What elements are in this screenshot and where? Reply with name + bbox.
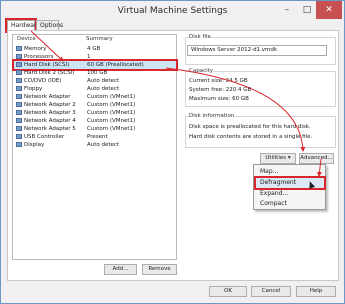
- device-row[interactable]: Network Adapter 4 Custom (VMnet1): [14, 117, 176, 125]
- disk-info-line-2: Hard disk contents are stored in a singl…: [189, 134, 313, 140]
- hardware-panel: Device Summary Memory 4 GB Processors 1 Hard…: [7, 30, 339, 281]
- maximum-size-text: Maximum size: 60 GB: [189, 96, 249, 102]
- menu-item-expand[interactable]: Expand...: [256, 189, 324, 199]
- device-row[interactable]: Hard Disk (SCSI) 60 GB (Preallocated): [12, 59, 178, 71]
- memory-icon: [16, 46, 22, 51]
- disk-info-line-1: Disk space is preallocated for this hard…: [189, 124, 311, 130]
- device-name: Hard Disk (SCSI): [24, 62, 70, 68]
- device-row[interactable]: CD/DVD (IDE) Auto detect: [14, 77, 176, 85]
- network-adapter-icon: [16, 118, 22, 123]
- utilities-button[interactable]: Utilities ▾: [260, 153, 296, 164]
- device-name: Network Adapter 2: [24, 102, 76, 108]
- utilities-menu: Map... Defragment Expand... Compact: [253, 164, 326, 210]
- device-summary: Present: [87, 134, 108, 140]
- cd-dvd-icon: [16, 78, 22, 83]
- disk-information-group: [185, 116, 336, 148]
- device-name: Processors: [24, 54, 54, 60]
- dropdown-arrow-icon: ▾: [287, 155, 291, 161]
- device-summary: Custom (VMnet1): [87, 118, 136, 124]
- device-summary: 1: [87, 54, 91, 60]
- device-summary: Custom (VMnet1): [87, 110, 136, 116]
- device-summary: Custom (VMnet1): [87, 102, 136, 108]
- display-icon: [16, 142, 22, 147]
- device-list-header: Device Summary: [13, 35, 176, 44]
- device-name: Display: [24, 142, 45, 148]
- device-name: Network Adapter 5: [24, 126, 76, 132]
- maximize-button[interactable]: □: [296, 1, 318, 19]
- device-summary: Custom (VMnet1): [87, 94, 136, 100]
- title-bar: Virtual Machine Settings – □ ✕: [1, 1, 344, 21]
- cancel-button[interactable]: Cancel: [251, 286, 291, 297]
- column-summary[interactable]: Summary: [86, 36, 113, 42]
- processor-icon: [16, 54, 22, 59]
- device-list[interactable]: Device Summary Memory 4 GB Processors 1 Hard…: [12, 34, 178, 260]
- vm-settings-window: Virtual Machine Settings – □ ✕ Hardware …: [0, 0, 345, 304]
- device-row[interactable]: Network Adapter 3 Custom (VMnet1): [14, 109, 176, 117]
- device-row[interactable]: Processors 1: [14, 53, 176, 61]
- ok-button[interactable]: OK: [209, 286, 247, 297]
- column-device[interactable]: Device: [17, 36, 36, 42]
- device-name: USB Controller: [24, 134, 65, 140]
- device-name: Network Adapter: [24, 94, 71, 100]
- device-row[interactable]: USB Controller Present: [14, 133, 176, 141]
- current-size-text: Current size: 24.5 GB: [189, 78, 248, 84]
- device-summary: 60 GB (Preallocated): [87, 62, 144, 68]
- usb-icon: [16, 134, 22, 139]
- advanced-button[interactable]: Advanced...: [299, 153, 334, 164]
- device-summary: Auto detect: [87, 86, 120, 92]
- menu-item-map[interactable]: Map...: [256, 167, 324, 177]
- hard-disk-icon: [16, 62, 22, 67]
- device-row[interactable]: Network Adapter Custom (VMnet1): [14, 93, 176, 101]
- device-row[interactable]: Hard Disk 2 (SCSI) 100 GB: [14, 69, 176, 77]
- disk-file-field[interactable]: Windows Server 2012-d1.vmdk: [187, 45, 327, 56]
- close-button[interactable]: ✕: [316, 1, 342, 19]
- device-name: Network Adapter 4: [24, 118, 76, 124]
- capacity-label: Capacity: [189, 68, 214, 74]
- device-name: Memory: [24, 46, 47, 52]
- menu-item-compact[interactable]: Compact: [256, 199, 324, 209]
- remove-button[interactable]: Remove: [142, 264, 177, 275]
- system-free-text: System free: 220.4 GB: [189, 87, 252, 93]
- network-adapter-icon: [16, 110, 22, 115]
- device-row[interactable]: Floppy Auto detect: [14, 85, 176, 93]
- disk-file-label: Disk file: [189, 34, 211, 40]
- device-name: Hard Disk 2 (SCSI): [24, 70, 75, 76]
- minimize-button[interactable]: –: [276, 1, 298, 19]
- tab-options[interactable]: Options: [36, 20, 63, 30]
- device-name: Network Adapter 3: [24, 110, 76, 116]
- help-button[interactable]: Help: [296, 286, 336, 297]
- device-row[interactable]: Network Adapter 5 Custom (VMnet1): [14, 125, 176, 133]
- network-adapter-icon: [16, 126, 22, 131]
- add-button[interactable]: Add...: [104, 264, 137, 275]
- disk-information-label: Disk information: [189, 113, 235, 119]
- hard-disk-icon: [16, 70, 22, 75]
- device-name: Floppy: [24, 86, 43, 92]
- device-row[interactable]: Network Adapter 2 Custom (VMnet1): [14, 101, 176, 109]
- network-adapter-icon: [16, 102, 22, 107]
- device-summary: 100 GB: [87, 70, 108, 76]
- device-summary: 4 GB: [87, 46, 101, 52]
- device-row[interactable]: Memory 4 GB: [14, 45, 176, 53]
- device-row[interactable]: Display Auto detect: [14, 141, 176, 149]
- device-summary: Auto detect: [87, 78, 120, 84]
- device-summary: Custom (VMnet1): [87, 126, 136, 132]
- device-summary: Auto detect: [87, 142, 120, 148]
- network-adapter-icon: [16, 94, 22, 99]
- device-name: CD/DVD (IDE): [24, 78, 62, 84]
- utilities-label: Utilities: [265, 155, 287, 161]
- floppy-icon: [16, 86, 22, 91]
